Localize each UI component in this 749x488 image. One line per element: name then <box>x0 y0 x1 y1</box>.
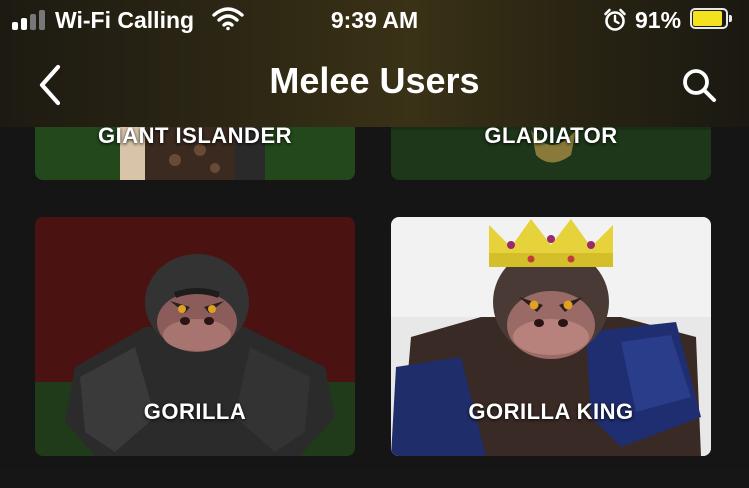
bottom-spacer <box>0 468 749 488</box>
nav-bar: Melee Users <box>0 44 749 124</box>
battery-icon <box>690 8 732 29</box>
battery-fill <box>693 11 722 26</box>
alarm-icon <box>604 8 626 31</box>
search-icon[interactable] <box>680 66 718 104</box>
card-gorilla-king[interactable]: GORILLA KING <box>391 217 711 456</box>
battery-percent: 91% <box>635 7 682 33</box>
page-title: Melee Users <box>269 60 480 101</box>
card-label: GORILLA <box>143 399 247 424</box>
status-bar: Wi-Fi Calling 9:39 AM 91% <box>0 0 749 40</box>
app-screen: GIANT ISLANDER GLADIATOR GORILLA GORILLA… <box>0 0 749 488</box>
card-label: GORILLA KING <box>468 399 634 424</box>
top-bar: Wi-Fi Calling 9:39 AM 91% Melee Users <box>0 0 749 127</box>
card-gorilla[interactable]: GORILLA <box>35 217 355 456</box>
